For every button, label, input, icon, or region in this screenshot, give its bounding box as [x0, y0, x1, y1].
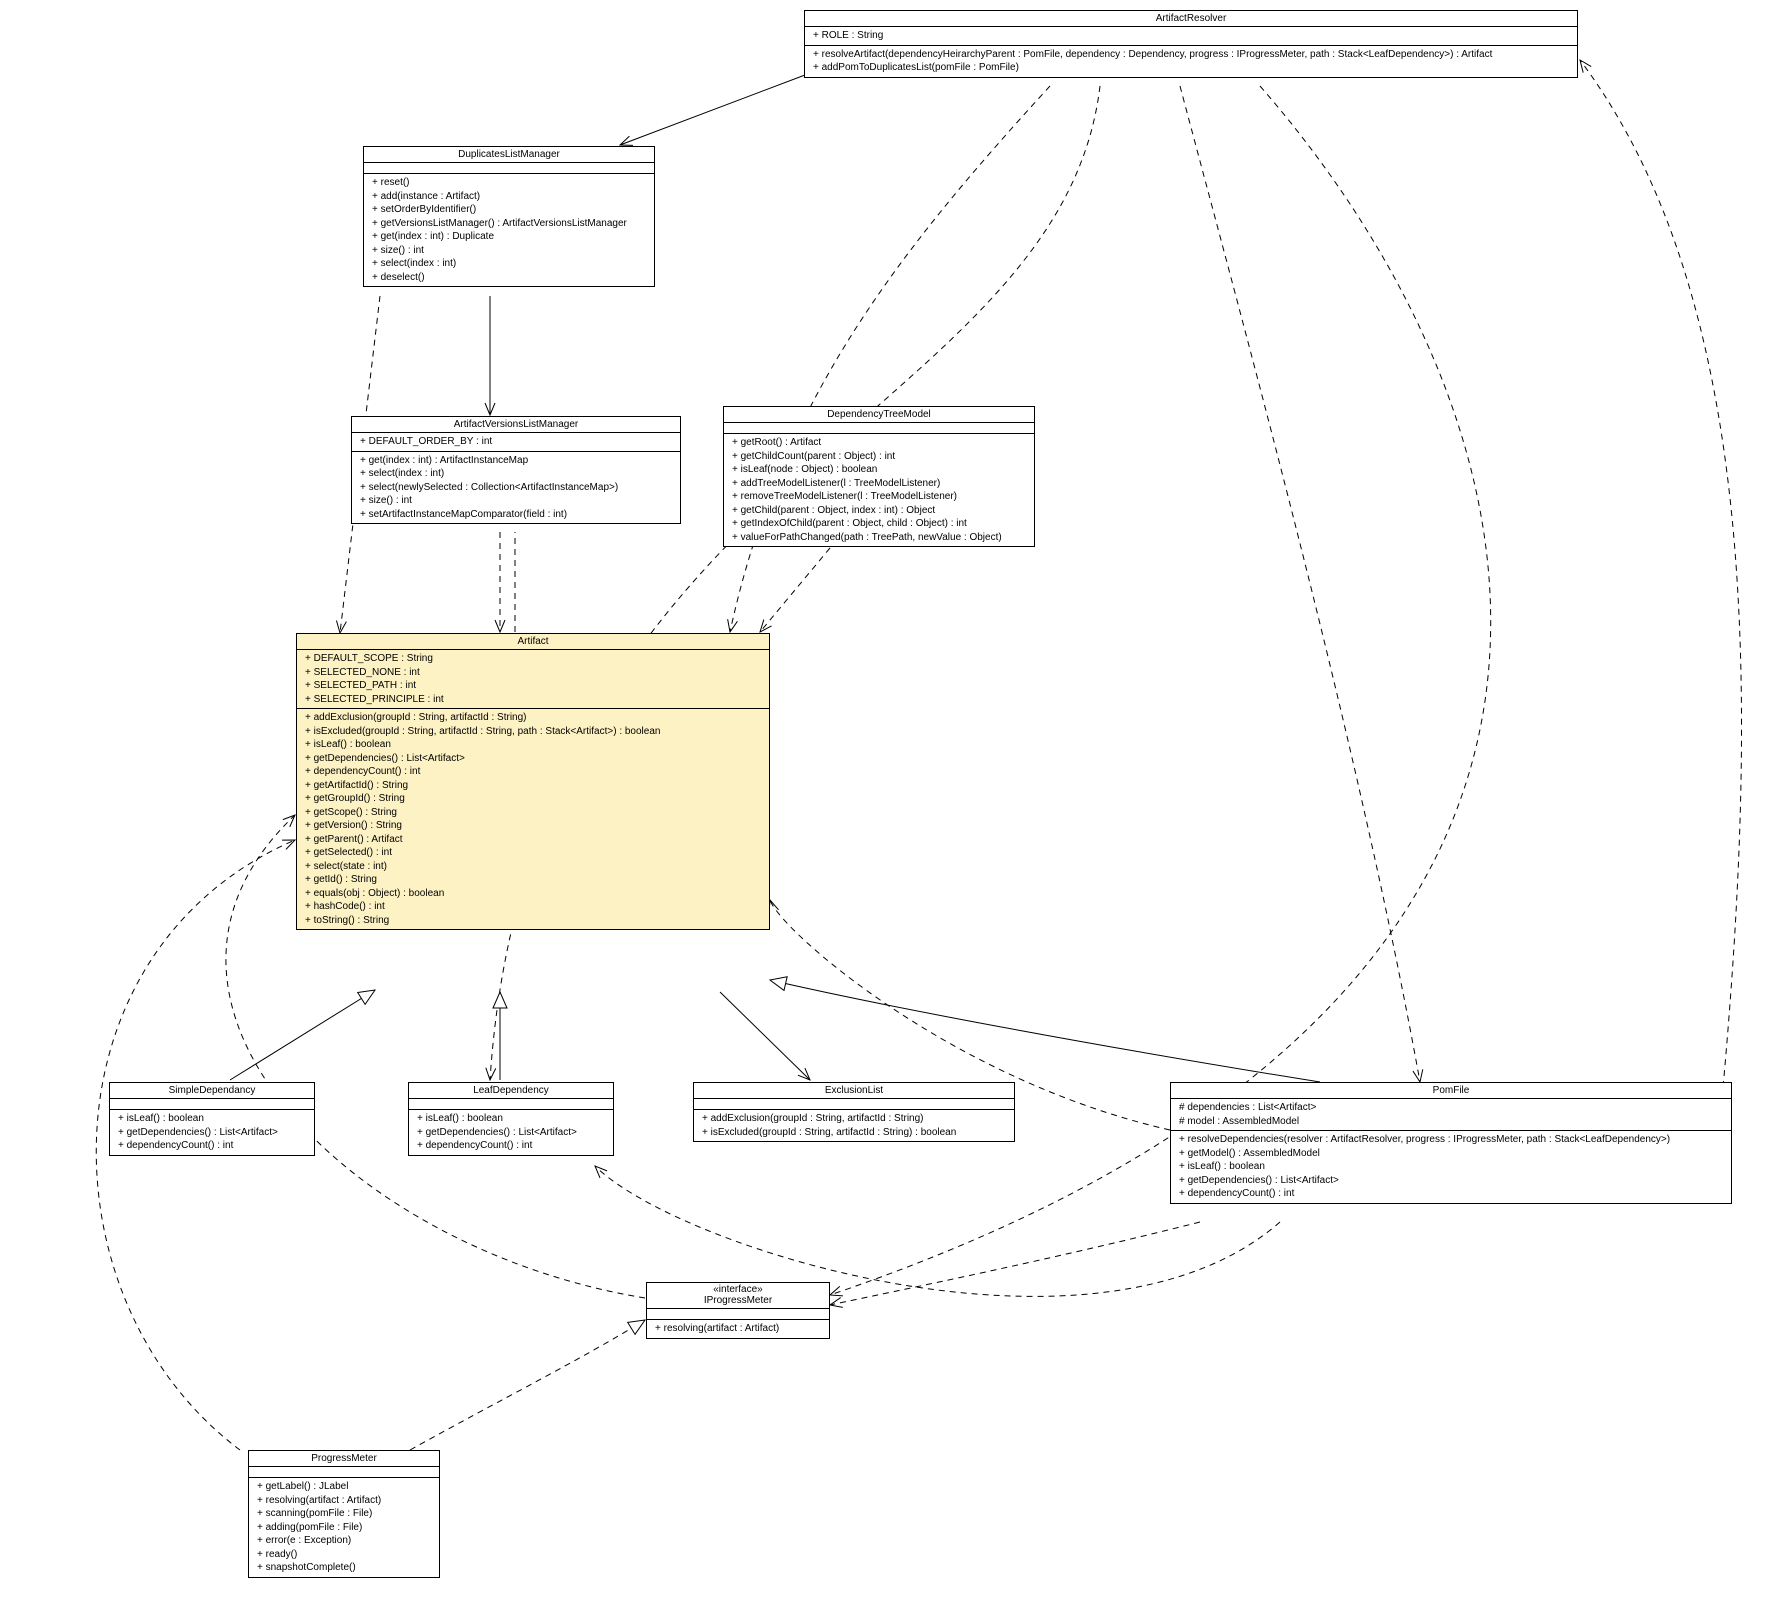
connectors-layer	[0, 0, 1784, 1616]
class-operations: + reset() + add(instance : Artifact) + s…	[364, 174, 654, 286]
class-exclusion-list: ExclusionList + addExclusion(groupId : S…	[693, 1082, 1015, 1142]
class-attributes	[647, 1309, 829, 1320]
class-title: Artifact	[297, 634, 769, 650]
class-attributes: + DEFAULT_ORDER_BY : int	[352, 433, 680, 452]
class-iprogress-meter: «interface» IProgressMeter + resolving(a…	[646, 1282, 830, 1339]
class-operations: + addExclusion(groupId : String, artifac…	[694, 1110, 1014, 1141]
class-attributes	[364, 163, 654, 174]
class-simple-dependancy: SimpleDependancy + isLeaf() : boolean + …	[109, 1082, 315, 1156]
class-operations: + resolving(artifact : Artifact)	[647, 1320, 829, 1338]
class-attributes: + DEFAULT_SCOPE : String + SELECTED_NONE…	[297, 650, 769, 709]
class-attributes	[110, 1099, 314, 1110]
class-operations: + getRoot() : Artifact + getChildCount(p…	[724, 434, 1034, 546]
class-title: ProgressMeter	[249, 1451, 439, 1467]
class-progress-meter: ProgressMeter + getLabel() : JLabel + re…	[248, 1450, 440, 1578]
class-operations: + get(index : int) : ArtifactInstanceMap…	[352, 452, 680, 524]
class-attributes	[724, 423, 1034, 434]
class-attributes	[249, 1467, 439, 1478]
class-attributes: + ROLE : String	[805, 27, 1577, 46]
class-dependency-tree-model: DependencyTreeModel + getRoot() : Artifa…	[723, 406, 1035, 547]
class-title: ArtifactVersionsListManager	[352, 417, 680, 433]
class-operations: + resolveArtifact(dependencyHeirarchyPar…	[805, 46, 1577, 77]
class-operations: + getLabel() : JLabel + resolving(artifa…	[249, 1478, 439, 1577]
class-artifact-versions-list-manager: ArtifactVersionsListManager + DEFAULT_OR…	[351, 416, 681, 524]
class-attributes	[694, 1099, 1014, 1110]
class-attributes	[409, 1099, 613, 1110]
class-operations: + isLeaf() : boolean + getDependencies()…	[409, 1110, 613, 1155]
class-operations: + isLeaf() : boolean + getDependencies()…	[110, 1110, 314, 1155]
class-duplicates-list-manager: DuplicatesListManager + reset() + add(in…	[363, 146, 655, 287]
class-title: LeafDependency	[409, 1083, 613, 1099]
class-operations: + resolveDependencies(resolver : Artifac…	[1171, 1131, 1731, 1203]
class-title: DuplicatesListManager	[364, 147, 654, 163]
uml-class-diagram: ArtifactResolver + ROLE : String + resol…	[0, 0, 1784, 1616]
class-title: ExclusionList	[694, 1083, 1014, 1099]
class-title: PomFile	[1171, 1083, 1731, 1099]
class-pom-file: PomFile # dependencies : List<Artifact> …	[1170, 1082, 1732, 1204]
class-artifact-resolver: ArtifactResolver + ROLE : String + resol…	[804, 10, 1578, 78]
class-title: SimpleDependancy	[110, 1083, 314, 1099]
class-operations: + addExclusion(groupId : String, artifac…	[297, 709, 769, 929]
class-title: IProgressMeter	[647, 1295, 829, 1308]
class-stereotype: «interface»	[647, 1283, 829, 1295]
class-artifact: Artifact + DEFAULT_SCOPE : String + SELE…	[296, 633, 770, 930]
class-attributes: # dependencies : List<Artifact> # model …	[1171, 1099, 1731, 1131]
class-title: DependencyTreeModel	[724, 407, 1034, 423]
class-leaf-dependency: LeafDependency + isLeaf() : boolean + ge…	[408, 1082, 614, 1156]
class-title: ArtifactResolver	[805, 11, 1577, 27]
